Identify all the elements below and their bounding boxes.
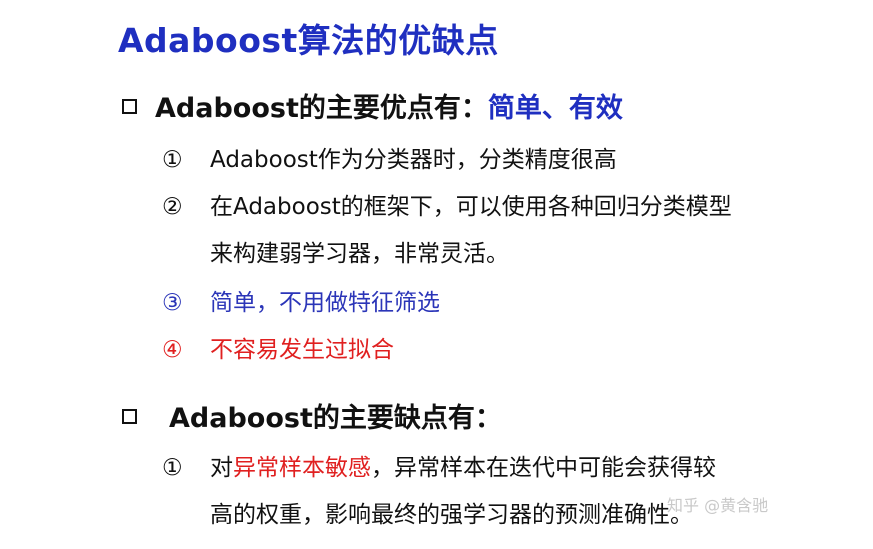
disadvantage-item-1: ① 对异常样本敏感，异常样本在迭代中可能会获得较 bbox=[162, 448, 716, 482]
item-text-prefix: 对 bbox=[210, 455, 233, 481]
square-bullet-icon bbox=[122, 99, 137, 114]
slide-title: Adaboost算法的优缺点 bbox=[118, 21, 499, 60]
advantages-heading: Adaboost的主要优点有：简单、有效 bbox=[122, 86, 623, 125]
disadvantages-heading-text: Adaboost的主要缺点有： bbox=[169, 403, 502, 434]
watermark: 知乎 @黄含驰 bbox=[667, 496, 769, 515]
item-number: ③ bbox=[162, 290, 183, 316]
advantage-item-2: ② 在Adaboost的框架下，可以使用各种回归分类模型 bbox=[162, 187, 732, 221]
item-number: ① bbox=[162, 147, 183, 173]
disadvantage-item-1-continuation: 高的权重，影响最终的强学习器的预测准确性。 bbox=[210, 502, 693, 528]
item-text: 简单，不用做特征筛选 bbox=[210, 290, 440, 316]
item-text: 在Adaboost的框架下，可以使用各种回归分类模型 bbox=[210, 194, 732, 220]
item-number: ④ bbox=[162, 337, 183, 363]
advantages-heading-highlight: 简单、有效 bbox=[487, 93, 623, 124]
item-text: 不容易发生过拟合 bbox=[210, 337, 394, 363]
advantage-item-3: ③ 简单，不用做特征筛选 bbox=[162, 283, 440, 317]
item-text-highlight: 异常样本敏感 bbox=[233, 455, 371, 481]
advantage-item-1: ① Adaboost作为分类器时，分类精度很高 bbox=[162, 140, 617, 174]
item-number: ① bbox=[162, 455, 183, 481]
advantages-heading-text: Adaboost的主要优点有： bbox=[155, 93, 488, 124]
advantage-item-4: ④ 不容易发生过拟合 bbox=[162, 330, 394, 364]
item-number: ② bbox=[162, 194, 183, 220]
advantage-item-2-continuation: 来构建弱学习器，非常灵活。 bbox=[210, 241, 509, 267]
item-text-suffix: ，异常样本在迭代中可能会获得较 bbox=[371, 455, 716, 481]
item-text: Adaboost作为分类器时，分类精度很高 bbox=[210, 147, 617, 173]
disadvantages-heading: Adaboost的主要缺点有： bbox=[122, 396, 502, 435]
square-bullet-icon bbox=[122, 409, 137, 424]
